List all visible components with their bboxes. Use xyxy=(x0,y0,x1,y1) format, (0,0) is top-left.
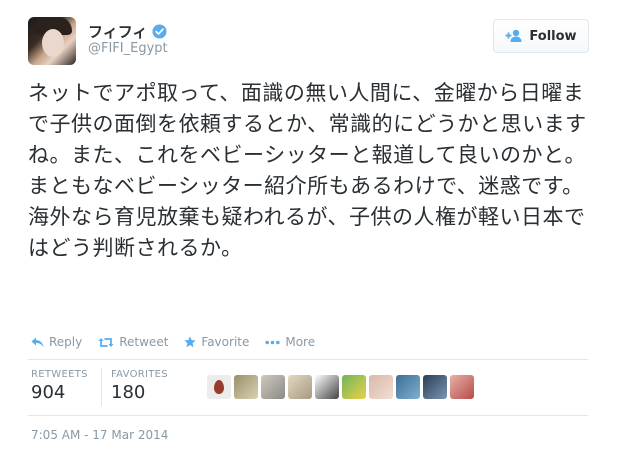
avatar-9[interactable] xyxy=(423,375,447,399)
favorites-count: 180 xyxy=(111,382,146,403)
divider xyxy=(28,415,588,416)
follow-button[interactable]: Follow xyxy=(493,19,589,53)
more-label: More xyxy=(285,335,316,349)
user-plus-icon xyxy=(505,29,522,42)
favoriter-avatars xyxy=(207,375,474,399)
divider xyxy=(28,359,588,360)
avatar-5[interactable] xyxy=(315,375,339,399)
favorites-stat[interactable]: FAVORITES 180 xyxy=(111,369,168,403)
avatar-2[interactable] xyxy=(234,375,258,399)
reply-button[interactable]: Reply xyxy=(31,335,82,349)
retweet-label: Retweet xyxy=(119,335,169,349)
avatar-10[interactable] xyxy=(450,375,474,399)
avatar-7[interactable] xyxy=(369,375,393,399)
star-icon xyxy=(184,336,197,348)
favorite-button[interactable]: Favorite xyxy=(184,335,249,349)
tweet-card: フィフィ @FIFI_Egypt Follow ネットでアポ取って、面識の無い人… xyxy=(0,0,617,452)
verified-badge-icon xyxy=(152,24,167,39)
default-egg-avatar[interactable] xyxy=(207,375,231,399)
reply-label: Reply xyxy=(49,335,83,349)
more-button[interactable]: More xyxy=(265,335,315,349)
retweet-icon xyxy=(98,337,114,347)
tweet-timestamp[interactable]: 7:05 AM - 17 Mar 2014 xyxy=(31,428,168,442)
tweet-actions: Reply Retweet Favorite More xyxy=(31,335,315,349)
retweets-label: RETWEETS xyxy=(31,369,88,380)
tweet-text: ネットでアポ取って、面識の無い人間に、金曜から日曜まで子供の面倒を依頼するとか、… xyxy=(28,81,587,260)
favorites-label: FAVORITES xyxy=(111,369,168,380)
avatar-6[interactable] xyxy=(342,375,366,399)
retweet-button[interactable]: Retweet xyxy=(98,335,168,349)
user-name-line: フィフィ xyxy=(88,21,167,42)
reply-icon xyxy=(31,337,44,347)
stat-separator xyxy=(101,368,102,406)
more-dots-icon xyxy=(265,340,280,344)
follow-button-label: Follow xyxy=(529,28,577,44)
avatar-3[interactable] xyxy=(261,375,285,399)
favorite-label: Favorite xyxy=(201,335,250,349)
avatar[interactable] xyxy=(28,17,76,65)
retweets-stat[interactable]: RETWEETS 904 xyxy=(31,369,88,403)
avatar-8[interactable] xyxy=(396,375,420,399)
display-name[interactable]: フィフィ xyxy=(88,21,147,42)
user-handle[interactable]: @FIFI_Egypt xyxy=(88,41,168,56)
avatar-4[interactable] xyxy=(288,375,312,399)
retweets-count: 904 xyxy=(31,382,66,403)
avatar-face-shape xyxy=(42,29,64,57)
egg-shape xyxy=(214,380,224,394)
